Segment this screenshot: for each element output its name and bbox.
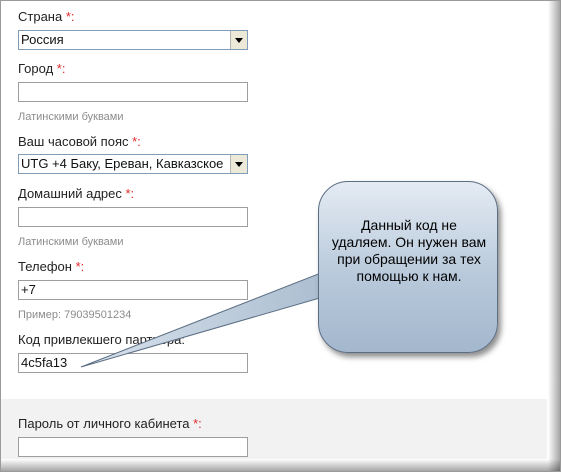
callout-text: Данный код не удаляем. Он нужен вам при … xyxy=(331,217,487,284)
registration-form-frame: Страна *: Россия Город *: Латинскими бук… xyxy=(0,0,561,472)
frame-shadow-bottom xyxy=(1,459,560,471)
frame-shadow-right xyxy=(548,1,560,471)
